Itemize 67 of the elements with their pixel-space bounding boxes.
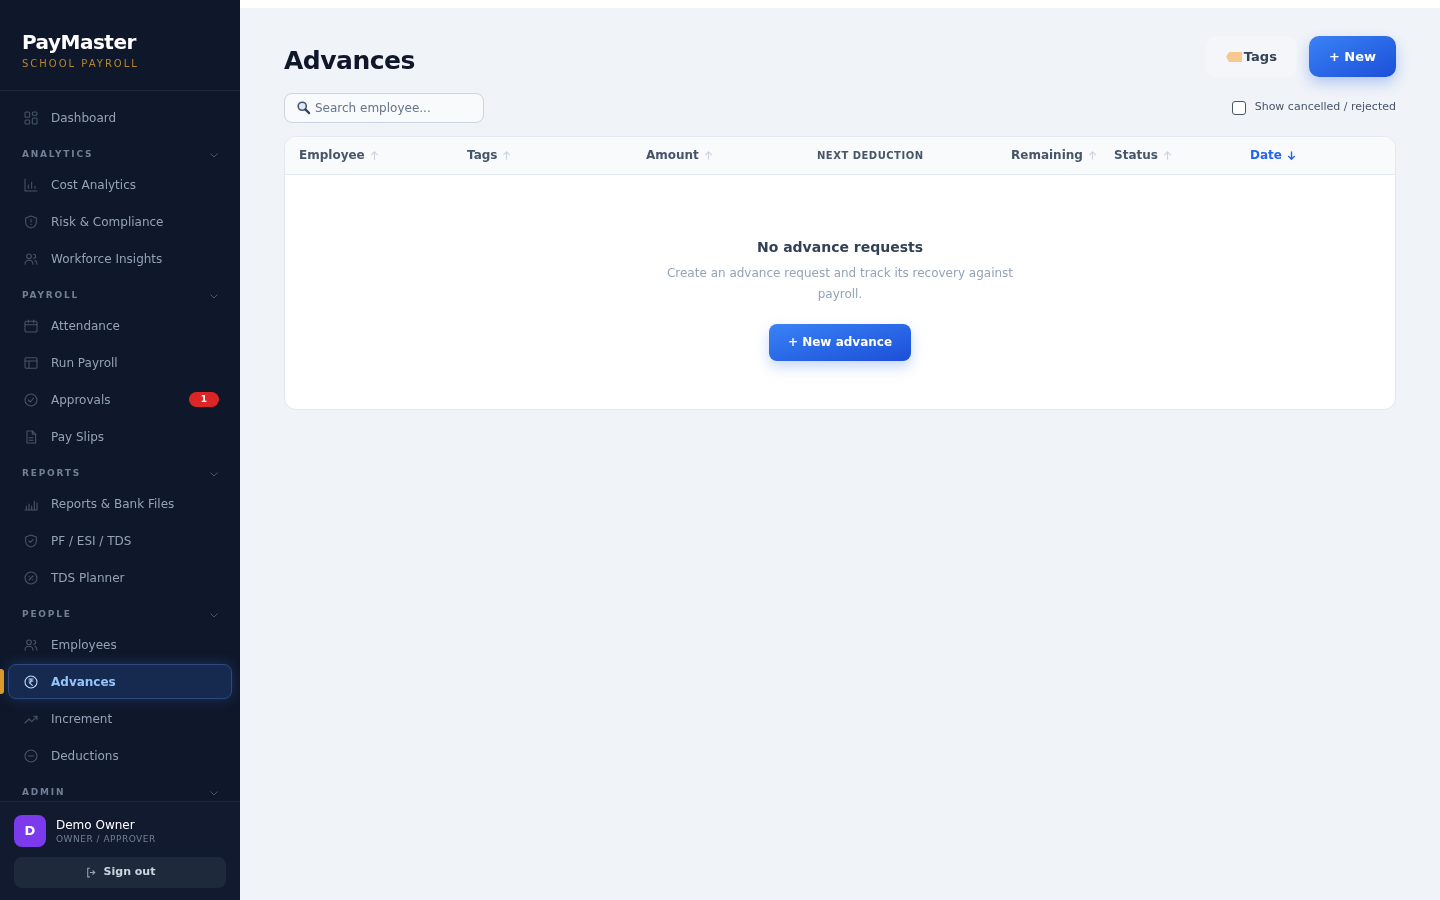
column-header[interactable]: Employee [299,146,380,164]
nav-item[interactable]: Advances [8,664,232,699]
grid-icon [23,109,39,126]
column-header[interactable]: Tags [467,146,513,164]
new-button[interactable]: + New [1308,36,1396,77]
sort-up-icon [1161,149,1173,161]
page-title: Advances [284,45,415,77]
rupee-icon [23,673,39,690]
column-header[interactable]: Date [1250,146,1297,164]
sort-up-icon [501,149,513,161]
document-icon [23,428,39,445]
search-icon [296,100,311,115]
nav-item[interactable]: PF / ESI / TDS [8,523,232,558]
section-heading: PAYROLL [22,288,80,302]
bar-chart-icon [23,176,39,193]
nav-item[interactable]: Employees [8,627,232,662]
sort-up-icon [702,149,714,161]
table-icon [23,354,39,371]
nav-item[interactable]: Pay Slips [8,419,232,454]
sign-out-icon [84,866,98,879]
section-heading: PEOPLE [22,607,72,621]
minus-circle-icon [23,747,39,764]
tag-icon [1225,51,1242,62]
sort-up-icon [1086,149,1098,161]
search-field[interactable]: Search employee... [284,92,484,123]
nav-item[interactable]: Risk & Compliance [8,204,232,239]
filter-label: Show cancelled / rejected [1254,99,1396,116]
nav-item[interactable]: Dashboard [8,100,232,135]
new-advance-button[interactable]: + New advance [768,323,912,361]
shield-icon [23,213,39,230]
active-indicator [0,669,4,694]
column-header[interactable]: Amount [646,146,714,164]
column-header: NEXT DEDUCTION [817,148,924,163]
brand-name: PayMaster [22,30,138,54]
nav-item[interactable]: TDS Planner [8,560,232,595]
tags-button[interactable]: Tags [1205,36,1297,77]
brand-tagline: SCHOOL PAYROLL [22,57,140,71]
nav-item[interactable]: Increment [8,701,232,736]
section-heading: ANALYTICS [22,147,94,161]
column-header[interactable]: Status [1114,146,1173,164]
nav-item[interactable]: Run Payroll [8,345,232,380]
nav-item[interactable]: Approvals 1 [8,382,232,417]
empty-state-title: No advance requests [756,237,924,257]
user-role: OWNER / APPROVER [56,832,156,845]
sort-up-icon [368,149,380,161]
checkbox[interactable] [1231,100,1246,115]
people-icon [23,636,39,653]
calendar-icon [23,317,39,334]
people-icon [23,250,39,267]
nav-item[interactable]: Cost Analytics [8,167,232,202]
section-heading: REPORTS [22,466,82,480]
nav-item[interactable]: Workforce Insights [8,241,232,276]
search-input[interactable]: Search employee... [315,98,472,117]
user-avatar: D [14,815,46,847]
check-circle-icon [23,391,39,408]
empty-state-text: Create an advance request and track its recovery against payroll. [665,264,1015,303]
percent-icon [23,569,39,586]
count-badge: 1 [189,392,219,407]
section-heading: ADMIN [22,785,66,799]
sign-out-button[interactable]: Sign out [14,857,226,888]
sort-down-icon [1285,149,1297,161]
user-name: Demo Owner [56,817,136,833]
nav-item[interactable]: Deductions [8,738,232,773]
column-header[interactable]: Remaining [1011,146,1098,164]
nav-item[interactable]: Attendance [8,308,232,343]
shield-check-icon [23,532,39,549]
nav-item[interactable]: Reports & Bank Files [8,486,232,521]
